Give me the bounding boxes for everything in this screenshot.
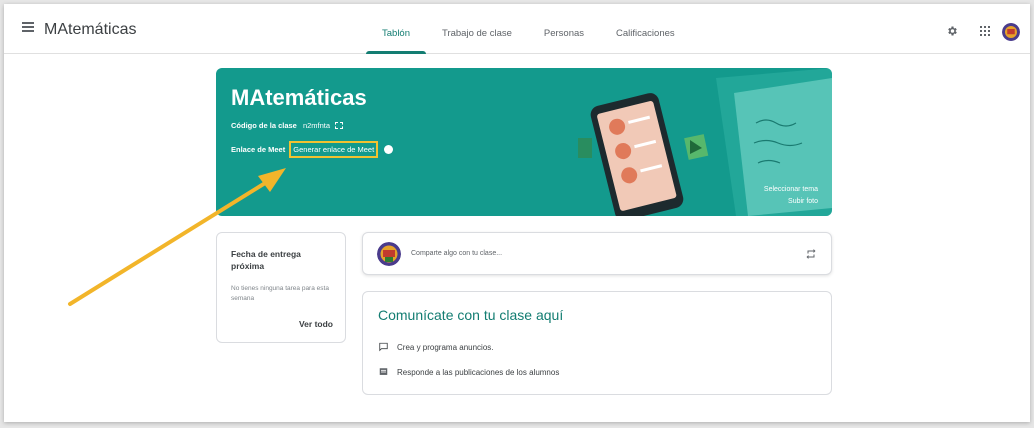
class-title[interactable]: MAtemáticas <box>44 21 136 39</box>
apps-grid-icon[interactable] <box>980 26 990 36</box>
banner-title: MAtemáticas <box>231 85 367 110</box>
communicate-title: Comunícate con tu clase aquí <box>378 307 564 323</box>
select-theme-link[interactable]: Seleccionar tema <box>764 184 818 196</box>
tab-bar: Tablón Trabajo de clase Personas Calific… <box>366 4 691 54</box>
user-avatar <box>377 242 401 266</box>
generate-meet-link[interactable]: Generar enlace de Meet <box>289 141 379 158</box>
banner-actions: Seleccionar tema Subir foto <box>764 184 818 208</box>
upload-photo-link[interactable]: Subir foto <box>764 196 818 208</box>
tab-grades[interactable]: Calificaciones <box>600 4 691 54</box>
tab-people[interactable]: Personas <box>528 4 600 54</box>
fullscreen-icon[interactable] <box>335 122 344 129</box>
share-box[interactable]: Comparte algo con tu clase... <box>362 232 832 275</box>
meet-label: Enlace de Meet <box>231 145 286 154</box>
tab-stream[interactable]: Tablón <box>366 4 426 54</box>
class-code-value[interactable]: n2mfnta <box>303 121 330 130</box>
communicate-item-label: Responde a las publicaciones de los alum… <box>397 367 560 377</box>
class-banner: MAtemáticas Código de la clase n2mfnta E… <box>216 68 832 216</box>
classroom-window: MAtemáticas Tablón Trabajo de clase Pers… <box>4 4 1030 422</box>
upcoming-title: Fecha de entrega próxima <box>231 249 301 271</box>
class-code-row: Código de la clase n2mfnta <box>231 121 344 130</box>
share-input[interactable]: Comparte algo con tu clase... <box>411 250 502 257</box>
communicate-item: Responde a las publicaciones de los alum… <box>378 367 559 377</box>
meet-camera-icon[interactable] <box>384 145 394 154</box>
communicate-card: Comunícate con tu clase aquí Crea y prog… <box>362 291 832 395</box>
communicate-item-label: Crea y programa anuncios. <box>397 342 494 352</box>
top-bar: MAtemáticas Tablón Trabajo de clase Pers… <box>4 4 1030 54</box>
view-all-link[interactable]: Ver todo <box>299 319 333 329</box>
communicate-item: Crea y programa anuncios. <box>378 342 494 352</box>
class-code-label: Código de la clase <box>231 121 297 130</box>
menu-icon[interactable] <box>22 22 34 32</box>
comment-icon <box>379 342 388 352</box>
meet-row: Enlace de Meet Generar enlace de Meet <box>231 141 394 158</box>
reply-icon <box>379 368 388 375</box>
user-avatar[interactable] <box>1002 23 1020 41</box>
repost-icon[interactable] <box>805 248 817 260</box>
upcoming-card: Fecha de entrega próxima No tienes ningu… <box>216 232 346 343</box>
upcoming-empty-text: No tienes ninguna tarea para esta semana <box>231 285 329 302</box>
tab-classwork[interactable]: Trabajo de clase <box>426 4 528 54</box>
gear-icon[interactable] <box>946 25 958 37</box>
